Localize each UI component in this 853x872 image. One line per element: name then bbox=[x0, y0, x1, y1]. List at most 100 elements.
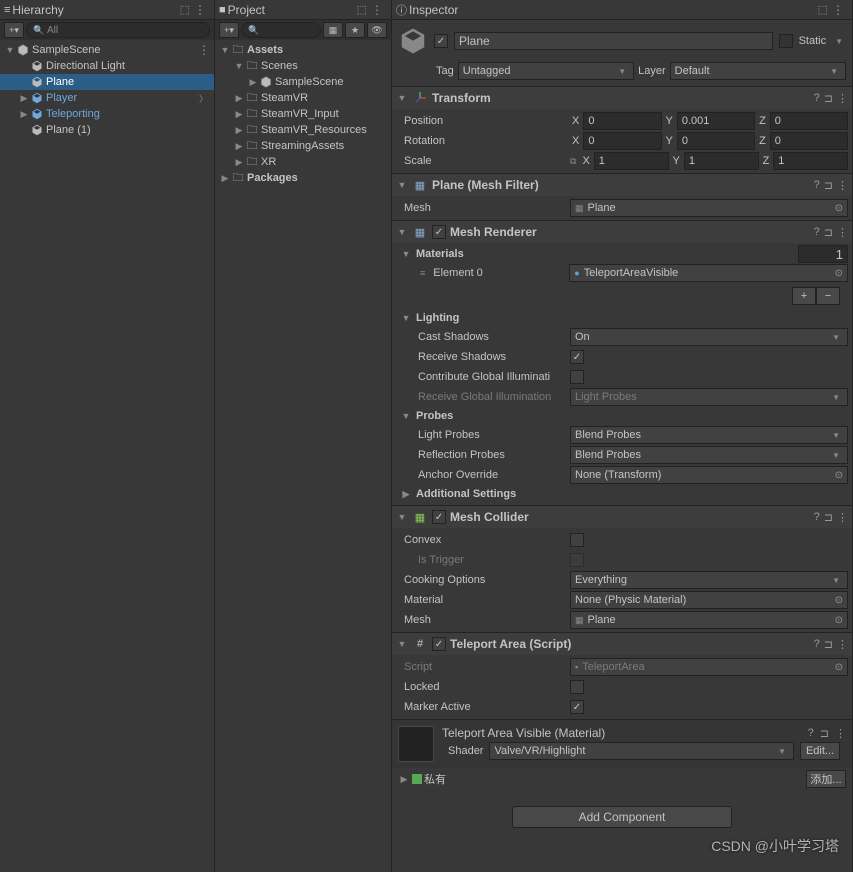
physic-material-field[interactable]: None (Physic Material)⊙ bbox=[570, 591, 848, 609]
rotation-x-field[interactable]: 0 bbox=[583, 132, 661, 150]
additional-settings-header[interactable]: ▶Additional Settings bbox=[396, 485, 848, 503]
hierarchy-item[interactable]: ▶Teleporting bbox=[0, 106, 214, 122]
menu-icon[interactable]: ⋮ bbox=[837, 511, 848, 524]
help-icon[interactable]: ? bbox=[814, 638, 820, 651]
contribute-gi-checkbox[interactable] bbox=[570, 370, 584, 384]
project-item[interactable]: ▶SampleScene bbox=[215, 74, 391, 90]
add-component-button[interactable]: Add Component bbox=[512, 806, 732, 828]
transform-header[interactable]: ▼ Transform ?⊐⋮ bbox=[392, 87, 852, 109]
mesh-collider-enabled-checkbox[interactable]: ✓ bbox=[432, 510, 446, 524]
object-name-field[interactable]: Plane bbox=[454, 32, 773, 50]
shader-dropdown[interactable]: Valve/VR/Highlight▼ bbox=[489, 742, 794, 760]
preset-icon[interactable]: ⊐ bbox=[824, 92, 833, 105]
lock-icon[interactable]: ⬚ bbox=[180, 3, 190, 16]
tag-dropdown[interactable]: Untagged▼ bbox=[458, 62, 634, 80]
hierarchy-item[interactable]: Plane (1) bbox=[0, 122, 214, 138]
hierarchy-item[interactable]: Plane bbox=[0, 74, 214, 90]
scale-x-field[interactable]: 1 bbox=[594, 152, 669, 170]
teleport-area-enabled-checkbox[interactable]: ✓ bbox=[432, 637, 446, 651]
project-item[interactable]: ▶🗀SteamVR bbox=[215, 90, 391, 106]
inspector-menu-icon[interactable]: ⋮ bbox=[828, 3, 848, 17]
add-element-button[interactable]: + bbox=[792, 287, 816, 305]
collapse-arrow-icon[interactable]: ▼ bbox=[396, 93, 408, 103]
lighting-header[interactable]: ▼Lighting bbox=[396, 309, 848, 327]
menu-icon[interactable]: ⋮ bbox=[837, 179, 848, 192]
menu-icon[interactable]: ⋮ bbox=[835, 727, 846, 740]
preset-icon[interactable]: ⊐ bbox=[824, 179, 833, 192]
project-item[interactable]: ▶🗀SteamVR_Input bbox=[215, 106, 391, 122]
favorite-button[interactable]: ★ bbox=[345, 22, 365, 38]
project-item[interactable]: ▼🗀Scenes bbox=[215, 58, 391, 74]
cast-shadows-dropdown[interactable]: On▼ bbox=[570, 328, 848, 346]
object-picker-icon[interactable]: ⊙ bbox=[835, 268, 843, 279]
static-dropdown-arrow[interactable]: ▼ bbox=[832, 37, 846, 46]
collapse-arrow-icon[interactable]: ▼ bbox=[396, 639, 408, 649]
object-picker-icon[interactable]: ⊙ bbox=[835, 203, 843, 214]
position-y-field[interactable]: 0.001 bbox=[677, 112, 755, 130]
lock-icon[interactable]: ⬚ bbox=[357, 3, 367, 16]
constrain-icon[interactable]: ⧉ bbox=[570, 156, 576, 167]
position-z-field[interactable]: 0 bbox=[770, 112, 848, 130]
collapse-arrow-icon[interactable]: ▶ bbox=[398, 774, 410, 785]
lock-icon[interactable]: ⬚ bbox=[818, 3, 828, 16]
static-checkbox[interactable] bbox=[779, 34, 793, 48]
teleport-area-header[interactable]: ▼ # ✓ Teleport Area (Script) ?⊐⋮ bbox=[392, 633, 852, 655]
mesh-collider-header[interactable]: ▼ ▦ ✓ Mesh Collider ?⊐⋮ bbox=[392, 506, 852, 528]
active-checkbox[interactable]: ✓ bbox=[434, 34, 448, 48]
light-probes-dropdown[interactable]: Blend Probes▼ bbox=[570, 426, 848, 444]
project-menu-icon[interactable]: ⋮ bbox=[367, 3, 387, 17]
preset-icon[interactable]: ⊐ bbox=[824, 511, 833, 524]
hierarchy-item[interactable]: Directional Light bbox=[0, 58, 214, 74]
rotation-y-field[interactable]: 0 bbox=[677, 132, 755, 150]
hierarchy-menu-icon[interactable]: ⋮ bbox=[190, 3, 210, 17]
hierarchy-item[interactable]: ▶Player〉 bbox=[0, 90, 214, 106]
collapse-arrow-icon[interactable]: ▼ bbox=[396, 180, 408, 190]
hidden-button[interactable]: 👁 bbox=[367, 22, 387, 38]
locked-checkbox[interactable] bbox=[570, 680, 584, 694]
hierarchy-tree[interactable]: ▼SampleScene⋮Directional LightPlane▶Play… bbox=[0, 40, 214, 872]
menu-icon[interactable]: ⋮ bbox=[837, 226, 848, 239]
project-item[interactable]: ▼🗀Assets bbox=[215, 42, 391, 58]
collapse-arrow-icon[interactable]: ▼ bbox=[396, 227, 408, 237]
create-button[interactable]: +▾ bbox=[219, 22, 239, 38]
mesh-renderer-header[interactable]: ▼ ▦ ✓ Mesh Renderer ?⊐⋮ bbox=[392, 221, 852, 243]
filter-button[interactable]: ▦ bbox=[323, 22, 343, 38]
help-icon[interactable]: ? bbox=[814, 226, 820, 239]
hierarchy-item[interactable]: ▼SampleScene⋮ bbox=[0, 42, 214, 58]
position-x-field[interactable]: 0 bbox=[583, 112, 661, 130]
receive-shadows-checkbox[interactable]: ✓ bbox=[570, 350, 584, 364]
reflection-probes-dropdown[interactable]: Blend Probes▼ bbox=[570, 446, 848, 464]
scale-y-field[interactable]: 1 bbox=[684, 152, 759, 170]
help-icon[interactable]: ? bbox=[814, 511, 820, 524]
help-icon[interactable]: ? bbox=[814, 179, 820, 192]
probes-header[interactable]: ▼Probes bbox=[396, 407, 848, 425]
project-item[interactable]: ▶🗀StreamingAssets bbox=[215, 138, 391, 154]
cooking-options-dropdown[interactable]: Everything▼ bbox=[570, 571, 848, 589]
mesh-filter-header[interactable]: ▼ ▦ Plane (Mesh Filter) ?⊐⋮ bbox=[392, 174, 852, 196]
collapse-arrow-icon[interactable]: ▼ bbox=[396, 512, 408, 522]
remove-element-button[interactable]: − bbox=[816, 287, 840, 305]
help-icon[interactable]: ? bbox=[814, 92, 820, 105]
collider-mesh-field[interactable]: ▦Plane⊙ bbox=[570, 611, 848, 629]
project-item[interactable]: ▶🗀SteamVR_Resources bbox=[215, 122, 391, 138]
menu-icon[interactable]: ⋮ bbox=[837, 92, 848, 105]
mesh-field[interactable]: ▦Plane⊙ bbox=[570, 199, 848, 217]
add-button[interactable]: 添加... bbox=[806, 770, 846, 788]
rotation-z-field[interactable]: 0 bbox=[770, 132, 848, 150]
materials-count-field[interactable] bbox=[798, 245, 848, 263]
element0-field[interactable]: ●TeleportAreaVisible⊙ bbox=[569, 264, 848, 282]
marker-active-checkbox[interactable]: ✓ bbox=[570, 700, 584, 714]
project-tree[interactable]: ▼🗀Assets▼🗀Scenes▶SampleScene▶🗀SteamVR▶🗀S… bbox=[215, 40, 391, 872]
hierarchy-search-input[interactable]: 🔍 All bbox=[26, 22, 210, 38]
object-picker-icon[interactable]: ⊙ bbox=[835, 615, 843, 626]
preset-icon[interactable]: ⊐ bbox=[824, 226, 833, 239]
edit-button[interactable]: Edit... bbox=[800, 742, 840, 760]
anchor-override-field[interactable]: None (Transform)⊙ bbox=[570, 466, 848, 484]
preset-icon[interactable]: ⊐ bbox=[820, 727, 829, 740]
object-picker-icon[interactable]: ⊙ bbox=[835, 470, 843, 481]
help-icon[interactable]: ? bbox=[808, 727, 814, 739]
menu-icon[interactable]: ⋮ bbox=[837, 638, 848, 651]
project-item[interactable]: ▶🗀Packages bbox=[215, 170, 391, 186]
object-picker-icon[interactable]: ⊙ bbox=[835, 595, 843, 606]
mesh-renderer-enabled-checkbox[interactable]: ✓ bbox=[432, 225, 446, 239]
